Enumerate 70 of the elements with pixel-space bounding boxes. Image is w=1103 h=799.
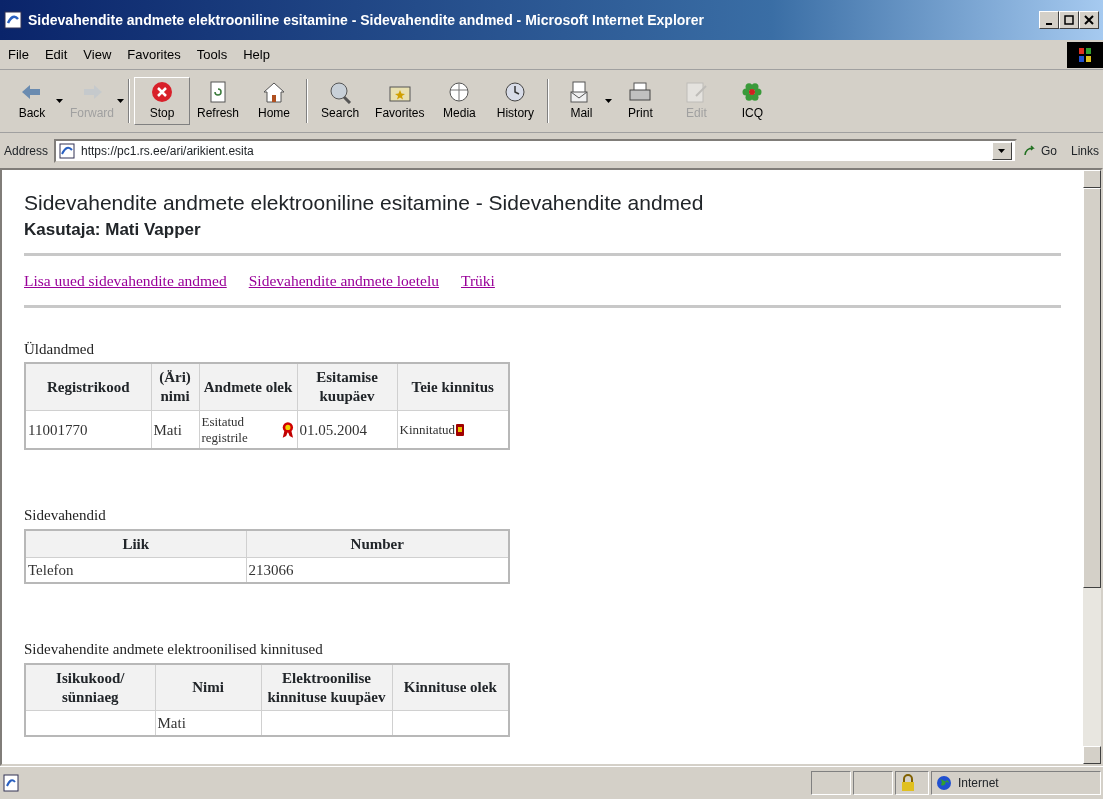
arrow-icon xyxy=(1022,144,1037,157)
table-cell: Telefon xyxy=(25,557,246,584)
nav-link-text[interactable]: Sidevahendite andmete loetelu xyxy=(248,268,439,292)
table-cell: Mati xyxy=(155,710,261,737)
dropdown-caret-icon[interactable] xyxy=(56,99,63,103)
address-field[interactable]: https://pc1.rs.ee/ari/arikient.esita xyxy=(54,138,1017,163)
seal-icon xyxy=(455,422,466,437)
section-title: Sidevahendid xyxy=(24,506,107,526)
minimize-button[interactable] xyxy=(1039,11,1059,29)
table-cell: Mati xyxy=(151,410,199,450)
page-icon xyxy=(59,142,76,159)
menu-item[interactable]: View xyxy=(75,44,120,65)
column-header: Esitamise kuupäev xyxy=(297,363,397,411)
vertical-scrollbar[interactable] xyxy=(1083,170,1101,764)
section-title: Sidevahendite andmete elektroonilised kinnitused xyxy=(24,640,324,660)
toolbar-button[interactable]: Back xyxy=(4,77,60,125)
nav-link-text[interactable]: Trüki xyxy=(461,268,495,292)
menu-item[interactable]: Edit xyxy=(36,44,76,65)
table-cell: Kinnitatud xyxy=(399,421,456,438)
zone-label: Internet xyxy=(958,775,999,792)
padlock-icon xyxy=(900,774,916,792)
menu-item[interactable]: Favorites xyxy=(119,44,189,65)
address-label: Address xyxy=(4,142,49,160)
status-panel xyxy=(811,771,851,795)
close-button[interactable] xyxy=(1079,11,1099,29)
window-title: Sidevahendite andmete elektrooniline esitamine - Sidevahendite andmed - Microsoft Internet Explorer xyxy=(28,10,706,30)
globe-icon xyxy=(936,775,952,791)
column-header: Liik xyxy=(25,529,246,558)
close-icon xyxy=(1083,14,1095,26)
status-panel xyxy=(853,771,893,795)
caret-icon xyxy=(998,148,1006,153)
page-heading: Sidevahendite andmete elektrooniline esitamine - Sidevahendite andmed xyxy=(24,190,705,216)
table-cell: 01.05.2004 xyxy=(297,410,397,450)
column-header: (Äri) nimi xyxy=(151,363,199,411)
column-header: Registrikood xyxy=(25,363,151,411)
column-header: Elektroonilise kinnituse kuupäev xyxy=(261,663,392,711)
menu-item[interactable]: Tools xyxy=(188,44,236,65)
column-header: Nimi xyxy=(155,663,261,711)
minimize-icon xyxy=(1046,23,1052,25)
toolbar-button[interactable]: Refresh xyxy=(190,77,247,125)
browser-page-icon xyxy=(4,11,22,29)
toolbar-button[interactable]: ICQ xyxy=(724,77,781,125)
maximize-button[interactable] xyxy=(1059,11,1079,29)
nav-link-text[interactable]: Lisa uued sidevahendite andmed xyxy=(24,268,227,292)
toolbar-button[interactable]: Stop xyxy=(134,77,190,125)
throbber-icon xyxy=(1067,41,1103,68)
toolbar-button[interactable]: Media xyxy=(431,77,488,125)
column-header: Kinnituse olek xyxy=(392,663,509,711)
column-header: Isikukood/ sünniaeg xyxy=(25,663,155,711)
toolbar-button[interactable]: Mail xyxy=(553,77,610,125)
page-icon xyxy=(2,774,20,792)
maximize-icon xyxy=(1063,14,1075,26)
column-header: Number xyxy=(246,529,509,558)
menu-item[interactable]: Help xyxy=(235,44,278,65)
section-title: Üldandmed xyxy=(24,339,95,359)
dropdown-caret-icon[interactable] xyxy=(605,99,613,103)
dropdown-button[interactable] xyxy=(991,141,1012,160)
toolbar-button[interactable]: Print xyxy=(612,77,669,125)
toolbar-button[interactable]: History xyxy=(487,77,544,125)
toolbar-button[interactable]: Favorites xyxy=(368,77,432,125)
column-header: Andmete olek xyxy=(199,363,297,411)
toolbar-button[interactable]: Search xyxy=(312,77,369,125)
toolbar-button[interactable]: Home xyxy=(246,77,303,125)
go-button[interactable]: Go xyxy=(1022,141,1057,160)
user-line: Kasutaja: Mati Vapper xyxy=(24,219,202,242)
table-cell-text: Esitatud registrile xyxy=(201,413,249,446)
menu-item[interactable]: File xyxy=(0,44,37,65)
ribbon-icon xyxy=(280,419,295,440)
column-header: Teie kinnitus xyxy=(397,363,509,411)
links-button[interactable]: Links xyxy=(1071,141,1099,160)
